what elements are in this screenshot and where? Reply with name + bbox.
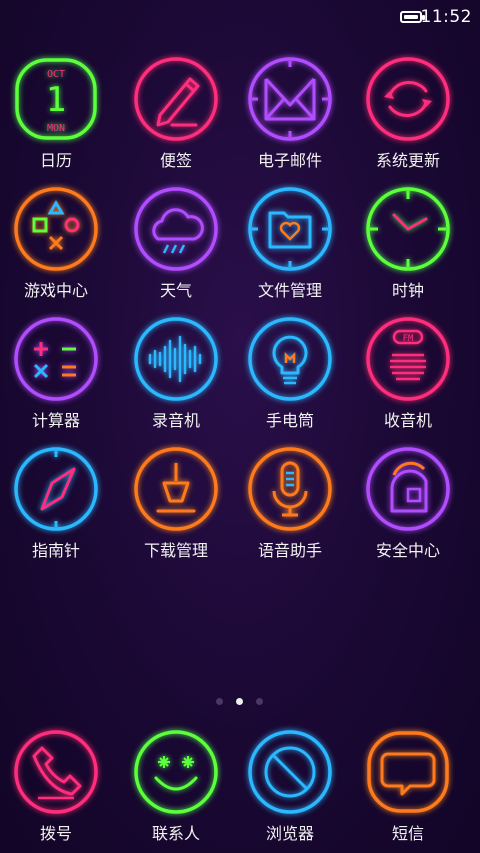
app-weather[interactable]: 天气 [120,185,232,305]
page-dot[interactable] [216,698,223,705]
page-dot[interactable] [256,698,263,705]
calendar-day: 1 [46,80,66,120]
app-notes[interactable]: 便签 [120,55,232,175]
dock-browser[interactable]: 浏览器 [234,728,346,848]
app-label: 日历 [39,151,72,170]
app-label: 计算器 [31,411,80,430]
sms-bubble-icon [367,731,449,813]
calendar-weekday: MON [47,123,65,134]
page-dot-active[interactable] [236,698,243,705]
app-clock[interactable]: 时钟 [352,185,464,305]
app-label: 录音机 [151,411,200,430]
app-download-manager[interactable]: 下载管理 [120,445,232,565]
microphone-icon [248,447,332,531]
app-label: 拨号 [39,824,72,843]
radio-fm-icon: FM [366,317,450,401]
app-label: 联系人 [151,824,200,843]
status-bar: 11:52 [0,0,480,36]
system-update-icon [366,57,450,141]
app-flashlight[interactable]: 手电筒 [234,315,346,435]
app-label: 下载管理 [143,541,208,560]
app-voice-assistant[interactable]: 语音助手 [234,445,346,565]
sound-wave-icon [134,317,218,401]
app-recorder[interactable]: 录音机 [120,315,232,435]
contacts-smiley-icon [134,730,218,814]
app-label: 短信 [391,824,424,843]
radio-fm-label: FM [403,334,414,344]
phone-icon [14,730,98,814]
folder-icon [248,187,332,271]
dock-contacts[interactable]: 联系人 [120,728,232,848]
app-label: 游戏中心 [23,281,88,300]
app-security-center[interactable]: 安全中心 [352,445,464,565]
dock: 拨号 联系人 浏览器 短信 [0,728,480,853]
app-file-manager[interactable]: 文件管理 [234,185,346,305]
app-label: 文件管理 [257,281,322,300]
app-label: 语音助手 [257,541,322,560]
app-radio[interactable]: FM 收音机 [352,315,464,435]
weather-cloud-icon [134,187,218,271]
compass-icon [14,447,98,531]
dock-phone[interactable]: 拨号 [0,728,112,848]
app-calendar[interactable]: OCT 1 MON 日历 [0,55,112,175]
app-label: 时钟 [391,281,424,300]
app-label: 浏览器 [265,824,314,843]
app-game-center[interactable]: 游戏中心 [0,185,112,305]
lightbulb-icon [248,317,332,401]
app-compass[interactable]: 指南针 [0,445,112,565]
note-pencil-icon [134,57,218,141]
app-calculator[interactable]: 计算器 [0,315,112,435]
calendar-month: OCT [47,69,65,80]
app-label: 便签 [159,151,192,170]
security-helmet-icon [366,447,450,531]
mail-envelope-icon [248,57,332,141]
page-indicator [0,698,480,708]
app-label: 天气 [159,281,192,300]
download-icon [134,447,218,531]
dock-sms[interactable]: 短信 [352,728,464,848]
app-label: 电子邮件 [257,151,322,170]
app-label: 安全中心 [375,541,440,560]
clock-icon [366,187,450,271]
status-time: 11:52 [420,7,472,27]
app-label: 收音机 [383,411,432,430]
app-label: 指南针 [31,541,80,560]
calculator-icon [14,317,98,401]
calendar-icon: OCT 1 MON [15,58,97,140]
browser-icon [248,730,332,814]
battery-icon [400,11,425,23]
game-center-icon [14,187,98,271]
app-label: 手电筒 [265,411,314,430]
app-email[interactable]: 电子邮件 [234,55,346,175]
app-system-update[interactable]: 系统更新 [352,55,464,175]
app-label: 系统更新 [375,151,440,170]
